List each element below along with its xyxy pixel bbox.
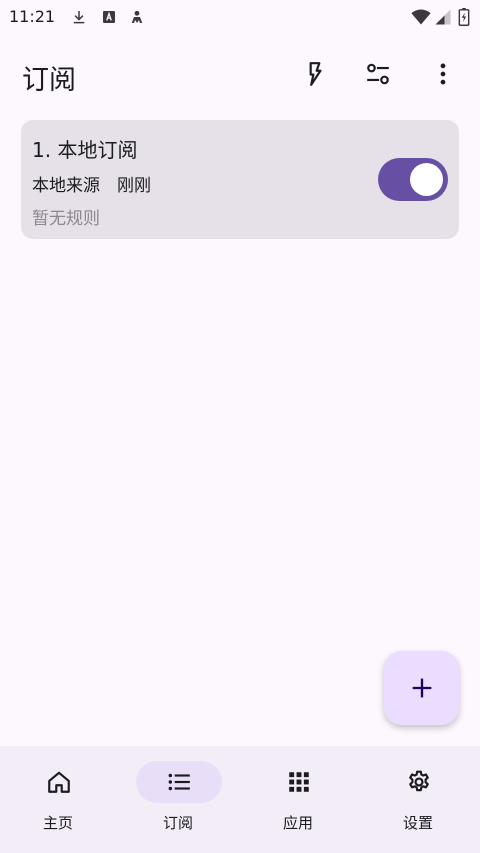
nav-item-settings[interactable]: 设置: [360, 746, 480, 853]
filter-button[interactable]: [356, 52, 400, 96]
list-icon: [166, 769, 192, 795]
nav-item-home[interactable]: 主页: [0, 746, 120, 853]
flash-icon: [302, 61, 328, 87]
subscription-meta: 本地来源 刚刚: [32, 171, 151, 196]
subscription-updated: 刚刚: [117, 176, 151, 196]
nav-item-subscriptions[interactable]: 订阅: [120, 746, 240, 853]
more-options-button[interactable]: [421, 52, 465, 96]
top-app-bar: 订阅: [0, 44, 480, 108]
status-time: 11:21: [9, 7, 56, 26]
bottom-navigation: 主页 订阅 应用 设置: [0, 746, 480, 853]
nav-indicator-active: [136, 761, 222, 803]
flash-button[interactable]: [293, 52, 337, 96]
apps-grid-icon: [286, 769, 312, 795]
download-icon: [70, 8, 88, 26]
nav-label-apps: 应用: [282, 814, 313, 832]
subscription-title: 1. 本地订阅: [32, 138, 138, 162]
page-title: 订阅: [22, 65, 76, 96]
subscription-rules: 暂无规则: [32, 209, 100, 229]
toggle-thumb: [410, 163, 443, 196]
add-icon: [408, 674, 436, 702]
nav-item-apps[interactable]: 应用: [240, 746, 360, 853]
more-vert-icon: [430, 61, 456, 87]
signal-icon: [434, 8, 452, 26]
nav-indicator: [256, 761, 342, 803]
add-subscription-fab[interactable]: [384, 651, 459, 725]
home-icon: [46, 769, 72, 795]
subscription-card[interactable]: 1. 本地订阅 本地来源 刚刚 暂无规则: [21, 120, 459, 239]
filter-icon: [365, 61, 391, 87]
subscription-source: 本地来源: [32, 176, 100, 196]
nav-label-home: 主页: [42, 814, 73, 832]
font-icon: [100, 8, 118, 26]
nav-indicator: [16, 761, 102, 803]
nav-indicator: [376, 761, 462, 803]
subscription-enable-toggle[interactable]: [378, 158, 448, 201]
settings-gear-icon: [406, 769, 432, 795]
wifi-icon: [411, 8, 431, 26]
status-bar: 11:21: [0, 0, 480, 34]
person-icon: [128, 8, 146, 26]
nav-label-subscriptions: 订阅: [162, 814, 193, 832]
nav-label-settings: 设置: [402, 814, 433, 832]
battery-icon: [458, 8, 470, 26]
